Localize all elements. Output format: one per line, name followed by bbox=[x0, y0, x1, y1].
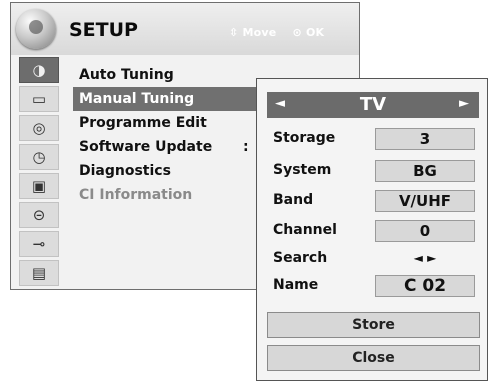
menu-item-label: Software Update bbox=[79, 139, 213, 155]
navigation-hints: ⇳ Move ⊙ OK bbox=[229, 26, 324, 39]
band-label: Band bbox=[273, 192, 314, 208]
setup-title: SETUP bbox=[69, 19, 138, 41]
close-button[interactable]: Close bbox=[267, 345, 480, 371]
lock-icon[interactable]: ▣ bbox=[19, 173, 59, 199]
satellite-dish-icon[interactable]: ◑ bbox=[19, 57, 59, 83]
disc-icon[interactable]: ◎ bbox=[19, 115, 59, 141]
search-label: Search bbox=[273, 250, 328, 266]
name-value[interactable]: C 02 bbox=[375, 275, 475, 297]
band-row: Band V/UHF bbox=[273, 190, 477, 212]
channel-label: Channel bbox=[273, 222, 337, 238]
tv-icon[interactable]: ▭ bbox=[19, 86, 59, 112]
system-label: System bbox=[273, 162, 332, 178]
panel-header: ◄ TV ► bbox=[267, 92, 479, 118]
move-hint-label: Move bbox=[242, 26, 277, 39]
right-arrow-icon[interactable]: ► bbox=[459, 96, 469, 111]
name-row: Name C 02 bbox=[273, 275, 477, 297]
panel-title: TV bbox=[359, 94, 387, 115]
channel-row: Channel 0 bbox=[273, 220, 477, 242]
menu-item-label: Programme Edit bbox=[79, 115, 207, 131]
category-icon-column: ◑ ▭ ◎ ◷ ▣ ⊝ ⊸ ▤ bbox=[19, 57, 63, 287]
clapperboard-icon[interactable]: ▤ bbox=[19, 260, 59, 286]
storage-row: Storage 3 bbox=[273, 128, 477, 150]
system-row: System BG bbox=[273, 160, 477, 182]
manual-tuning-panel: ◄ TV ► Storage 3 System BG Band V/UHF Ch… bbox=[256, 78, 488, 381]
name-label: Name bbox=[273, 277, 319, 293]
padlock-icon[interactable]: ⊝ bbox=[19, 202, 59, 228]
band-value[interactable]: V/UHF bbox=[375, 190, 475, 212]
search-arrows[interactable]: ◄ ► bbox=[375, 248, 475, 270]
menu-item-label: Manual Tuning bbox=[79, 91, 195, 107]
move-arrows-icon: ⇳ bbox=[229, 26, 239, 39]
system-value[interactable]: BG bbox=[375, 160, 475, 182]
ok-button-icon: ⊙ bbox=[292, 26, 302, 39]
channel-value[interactable]: 0 bbox=[375, 220, 475, 242]
search-row: Search ◄ ► bbox=[273, 248, 477, 270]
setup-header: SETUP ⇳ Move ⊙ OK bbox=[11, 3, 359, 55]
store-button[interactable]: Store bbox=[267, 312, 480, 338]
menu-item-label: Diagnostics bbox=[79, 163, 171, 179]
ok-hint-label: OK bbox=[305, 26, 325, 39]
menu-item-label: CI Information bbox=[79, 187, 193, 203]
menu-item-label: Auto Tuning bbox=[79, 67, 174, 83]
storage-label: Storage bbox=[273, 130, 336, 146]
menu-item-suffix: : bbox=[243, 139, 249, 155]
clock-icon[interactable]: ◷ bbox=[19, 144, 59, 170]
usb-icon[interactable]: ⊸ bbox=[19, 231, 59, 257]
setup-logo-icon bbox=[16, 9, 56, 49]
storage-value[interactable]: 3 bbox=[375, 128, 475, 150]
